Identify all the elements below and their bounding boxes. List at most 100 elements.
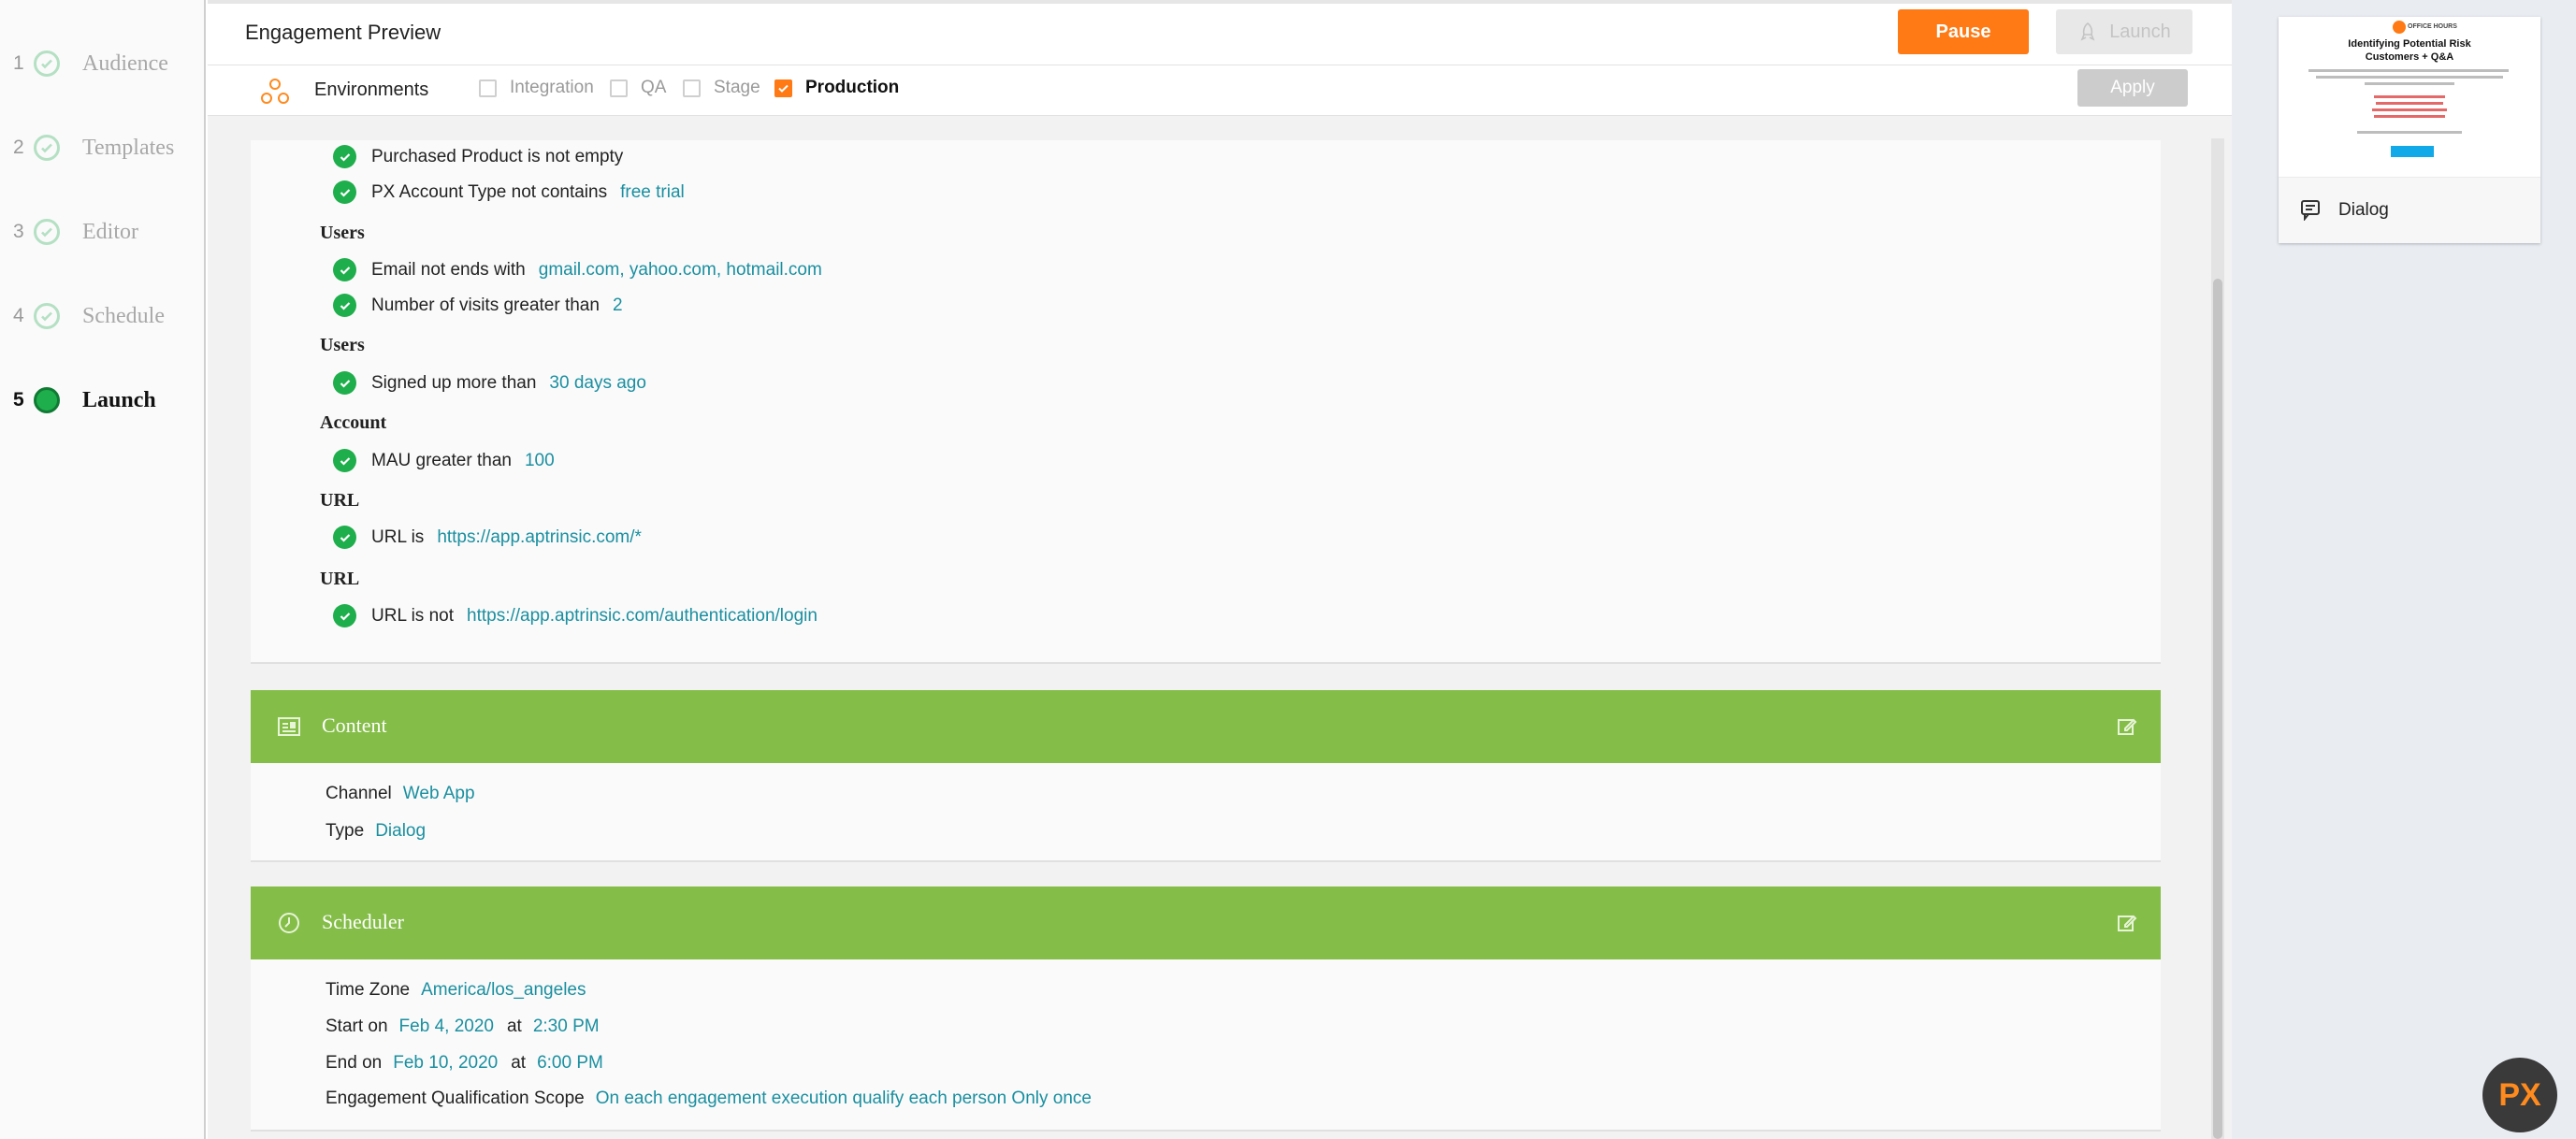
content-section-header[interactable]: Content (251, 690, 2161, 763)
env-option-production[interactable]: Production (774, 78, 899, 98)
template-preview-panel: OFFICE HOURS Identifying Potential Risk … (2232, 0, 2576, 1139)
type-value: Dialog (375, 821, 427, 841)
step-done-check-icon (34, 135, 60, 161)
step-editor[interactable]: 3 Editor (13, 213, 138, 251)
rule-value: gmail.com, yahoo.com, hotmail.com (538, 259, 822, 280)
step-templates[interactable]: 2 Templates (13, 129, 174, 166)
environments-icon (261, 79, 289, 104)
preview-card-footer: Dialog (2279, 178, 2540, 243)
page-title: Engagement Preview (245, 21, 441, 44)
rule-value: https://app.aptrinsic.com/* (437, 526, 642, 547)
pause-button[interactable]: Pause (1898, 9, 2029, 54)
scrollbar-thumb[interactable] (2213, 279, 2222, 1139)
thumbnail-text-line (2376, 102, 2443, 105)
rule-value: https://app.aptrinsic.com/authentication… (467, 605, 818, 626)
px-badge[interactable]: PX (2482, 1058, 2557, 1132)
check-circle-icon (333, 180, 356, 204)
template-preview-card[interactable]: OFFICE HOURS Identifying Potential Risk … (2279, 17, 2540, 243)
rule-text: URL is not (371, 605, 454, 626)
thumbnail-text-line (2365, 82, 2454, 85)
dialog-icon (2301, 200, 2320, 221)
env-option-qa[interactable]: QA (610, 78, 666, 98)
audience-rules-card: Purchased Product is not empty PX Accoun… (251, 140, 2161, 664)
step-schedule[interactable]: 4 Schedule (13, 297, 165, 335)
step-done-check-icon (34, 219, 60, 245)
rule-group-title: Account (320, 412, 387, 433)
step-audience[interactable]: 1 Audience (13, 45, 168, 82)
end-label: End on (326, 1053, 383, 1073)
rule-value: 2 (612, 295, 623, 315)
apply-button[interactable]: Apply (2077, 69, 2188, 107)
end-date: Feb 10, 2020 (393, 1053, 499, 1073)
scheduler-section-header[interactable]: Scheduler (251, 887, 2161, 959)
step-label: Audience (82, 50, 168, 76)
env-option-stage[interactable]: Stage (683, 78, 760, 98)
env-option-integration[interactable]: Integration (479, 78, 594, 98)
rule-group-title: URL (320, 490, 360, 511)
env-option-label: QA (641, 78, 667, 97)
edit-icon[interactable] (2116, 912, 2138, 934)
step-number: 2 (13, 137, 24, 158)
check-circle-icon (333, 371, 356, 395)
env-option-label: Stage (714, 78, 760, 97)
environments-bar: Environments Integration QA Stage Produc… (208, 65, 2232, 116)
step-done-check-icon (34, 50, 60, 77)
rule-row: MAU greater than 100 (251, 449, 555, 472)
preview-type-label: Dialog (2338, 200, 2389, 220)
stage-checkbox[interactable] (683, 79, 701, 97)
step-active-dot-icon (34, 387, 60, 413)
scheduler-section-body: Time Zone America/los_angeles Start on Feb… (251, 959, 2161, 1132)
thumbnail-title: Identifying Potential Risk Customers + Q… (2307, 37, 2512, 64)
scope-value: On each engagement execution qualify eac… (595, 1089, 1092, 1108)
integration-checkbox[interactable] (479, 79, 497, 97)
thumbnail-button (2391, 146, 2434, 157)
rule-value: free trial (620, 181, 685, 202)
environments-label: Environments (314, 79, 429, 100)
rule-row: URL is not https://app.aptrinsic.com/aut… (251, 604, 818, 627)
content-section-body: Channel Web App Type Dialog (251, 763, 2161, 862)
thumbnail-text-line (2372, 108, 2447, 111)
step-number: 5 (13, 389, 24, 411)
scope-row: Engagement Qualification Scope On each en… (326, 1089, 1092, 1109)
qa-checkbox[interactable] (610, 79, 628, 97)
scheduler-section-title: Scheduler (322, 910, 404, 933)
thumbnail-text-line (2316, 76, 2503, 79)
thumbnail-text-line (2374, 115, 2445, 118)
start-date: Feb 4, 2020 (398, 1016, 494, 1036)
type-row: Type Dialog (326, 821, 426, 842)
edit-icon[interactable] (2116, 715, 2138, 738)
rule-row: URL is https://app.aptrinsic.com/* (251, 526, 642, 549)
steps-sidebar: 1 Audience 2 Templates 3 Editor 4 Schedu… (0, 0, 206, 1139)
content-section-title: Content (322, 714, 387, 737)
step-label: Launch (82, 387, 156, 412)
type-label: Type (326, 821, 365, 841)
rule-text: Signed up more than (371, 372, 537, 393)
launch-button[interactable]: Launch (2056, 9, 2192, 54)
thumbnail-text-line (2357, 131, 2462, 134)
step-launch[interactable]: 5 Launch (13, 382, 156, 419)
step-number: 3 (13, 221, 24, 242)
rule-value: 30 days ago (549, 372, 646, 393)
step-label: Schedule (82, 303, 165, 328)
rule-text: Email not ends with (371, 259, 526, 280)
check-circle-icon (333, 145, 356, 168)
start-time: 2:30 PM (532, 1016, 600, 1036)
rule-text: Number of visits greater than (371, 295, 600, 315)
rule-group-title: URL (320, 569, 360, 589)
rule-text: URL is (371, 526, 425, 547)
start-row: Start on Feb 4, 2020 at 2:30 PM (326, 1016, 600, 1037)
env-option-label: Integration (510, 78, 594, 97)
channel-value: Web App (402, 784, 475, 803)
thumbnail-title-line: Identifying Potential Risk (2348, 38, 2471, 50)
checkmark-icon (778, 84, 789, 93)
rule-group-title: Users (320, 335, 365, 355)
rule-text: MAU greater than (371, 450, 512, 470)
channel-label: Channel (326, 784, 392, 803)
start-label: Start on (326, 1016, 388, 1036)
scope-label: Engagement Qualification Scope (326, 1089, 585, 1108)
check-circle-icon (333, 294, 356, 317)
end-time: 6:00 PM (537, 1053, 603, 1073)
production-checkbox[interactable] (774, 79, 792, 97)
thumbnail-title-line: Customers + Q&A (2365, 51, 2454, 63)
main-panel: Engagement Preview Pause Launch Environm… (208, 0, 2232, 1139)
